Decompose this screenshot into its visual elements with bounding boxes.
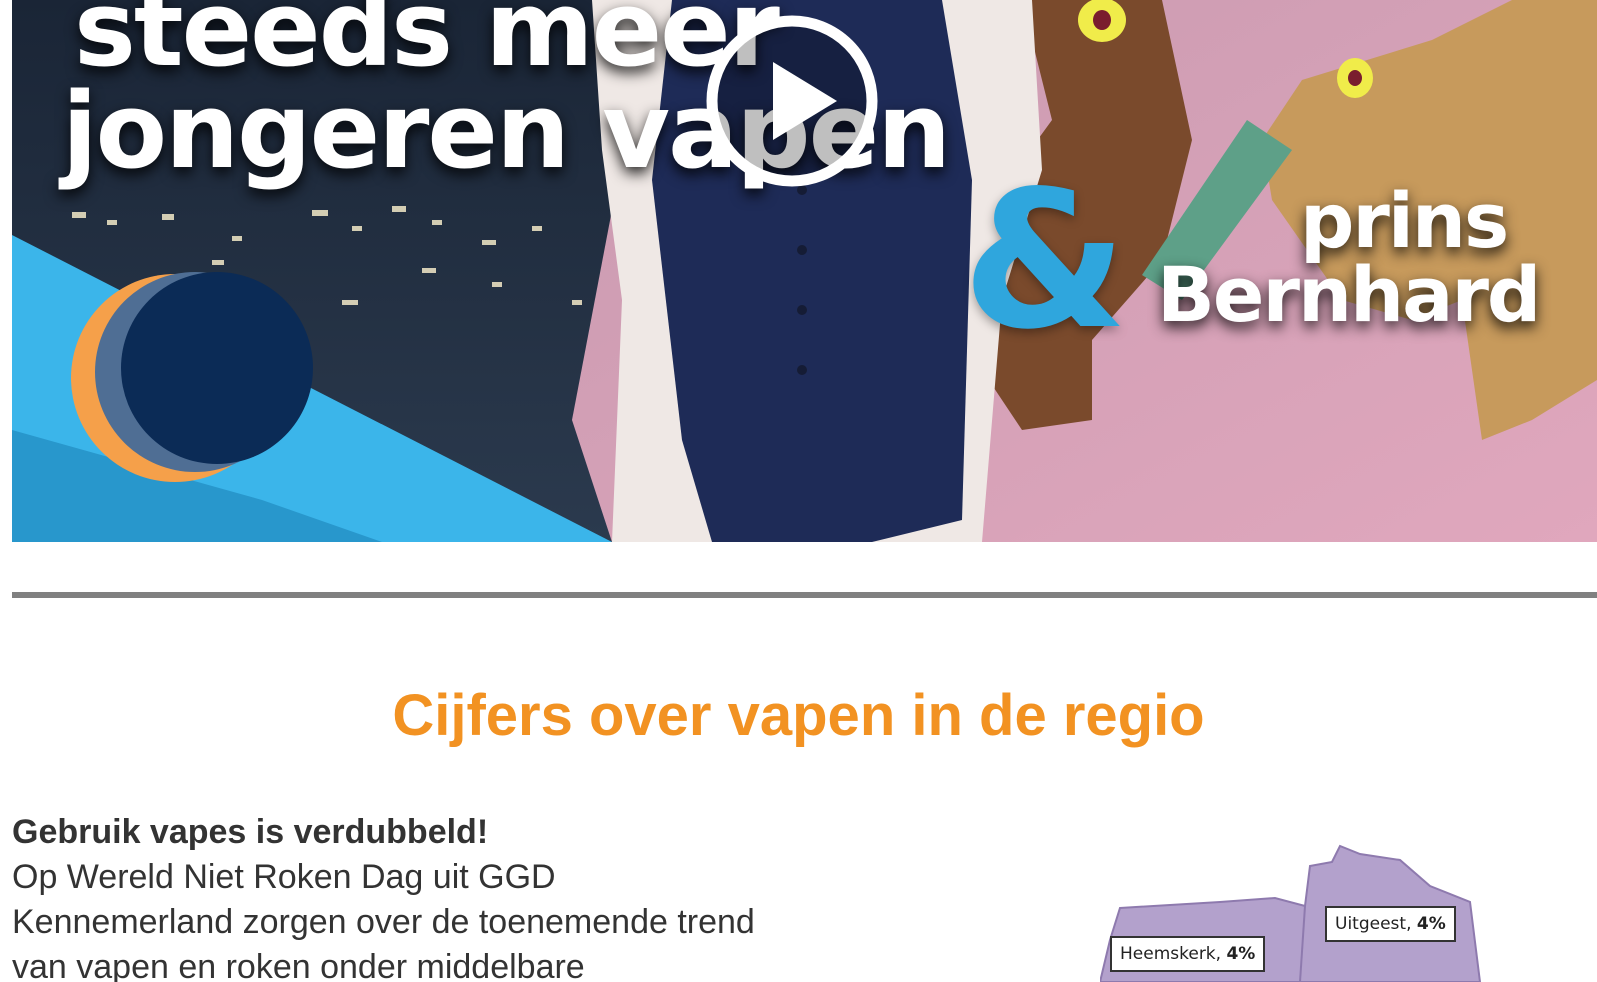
thumbnail-text-line4: Bernhard [1157, 250, 1541, 339]
article-heading: Gebruik vapes is verdubbeld! [12, 813, 489, 851]
article-body: Op Wereld Niet Roken Dag uit GGD Kenneme… [12, 858, 755, 982]
section-divider [12, 592, 1597, 598]
map-label-value: 4% [1226, 944, 1256, 964]
article-intro: Gebruik vapes is verdubbeld! Op Wereld N… [12, 810, 772, 982]
map-label-uitgeest: Uitgeest, 4% [1325, 906, 1456, 942]
map-label-value: 4% [1416, 914, 1446, 934]
region-map: Uitgeest, 4% Heemskerk, 4% [1100, 840, 1500, 982]
map-label-name: Heemskerk, [1120, 944, 1222, 964]
map-label-name: Uitgeest, [1335, 914, 1412, 934]
play-icon[interactable] [705, 14, 879, 188]
section-title: Cijfers over vapen in de regio [392, 683, 1205, 748]
map-label-heemskerk: Heemskerk, 4% [1110, 936, 1266, 972]
thumbnail-ampersand: & [962, 150, 1128, 371]
video-thumbnail[interactable]: steeds meer jongeren vapen & prins Bernh… [12, 0, 1597, 542]
